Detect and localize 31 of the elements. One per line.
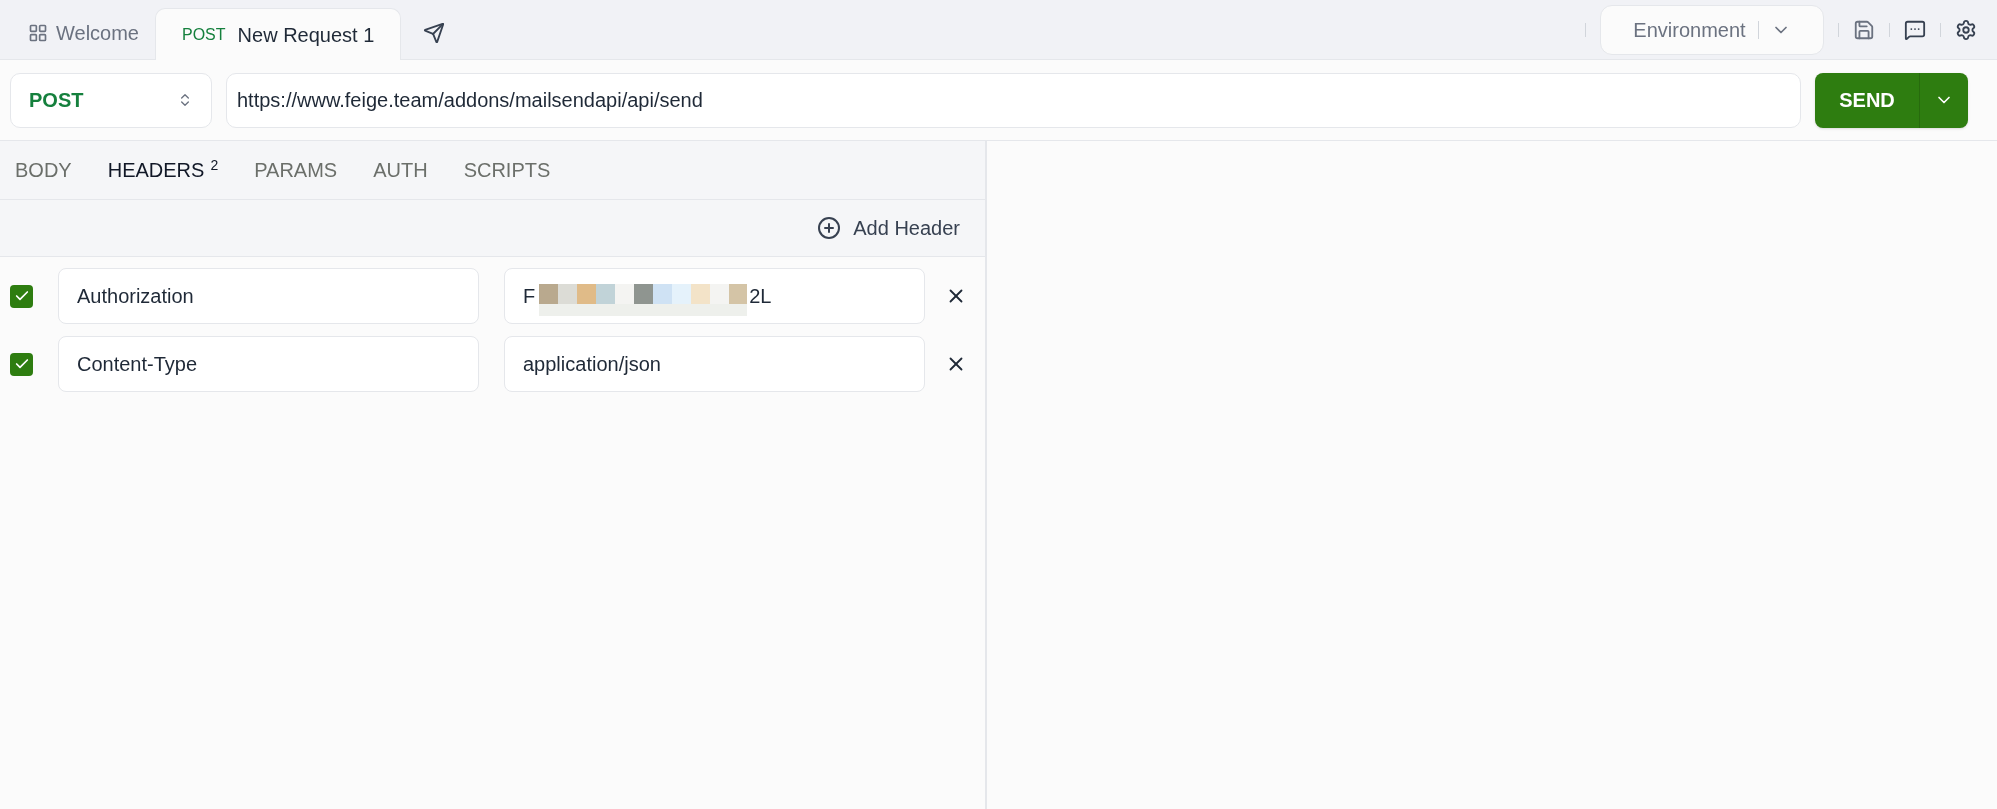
grid-icon — [28, 23, 48, 43]
add-header-button[interactable]: Add Header — [817, 213, 960, 243]
plus-circle-icon — [817, 216, 842, 240]
method-label: POST — [182, 24, 226, 45]
header-key-field[interactable]: Authorization — [58, 268, 479, 324]
settings-icon[interactable] — [1955, 18, 1977, 41]
url-field[interactable]: https://www.feige.team/addons/mailsendapi/api/send — [226, 72, 1801, 128]
section-tab[interactable]: HEADERS $^{2}$ — [107, 155, 219, 185]
environment-select[interactable]: Environment — [1600, 4, 1824, 55]
value-text: 2L — [749, 284, 772, 309]
editor-tab[interactable]: Welcome — [12, 7, 155, 59]
header-value-field[interactable]: F 2L — [504, 268, 925, 324]
save-icon[interactable] — [1853, 18, 1875, 41]
header-checkbox[interactable] — [10, 284, 33, 308]
tab-title: Welcome — [56, 21, 139, 46]
send-label[interactable]: SEND — [1815, 85, 1919, 115]
section-tab[interactable]: SCRIPTS — [463, 155, 551, 185]
header-checkbox[interactable] — [10, 352, 33, 376]
method-select[interactable]: POST — [10, 72, 212, 128]
chat-bubble-icon[interactable] — [1904, 18, 1926, 41]
value-text: F — [523, 284, 536, 309]
section-tab[interactable]: AUTH — [373, 155, 428, 185]
editor-tab[interactable]: POST New Request 1 — [155, 8, 402, 60]
pixelated-mosaic-icon — [539, 284, 748, 316]
value-text: application/json — [523, 352, 661, 377]
header-key-field[interactable]: Content-Type — [58, 336, 479, 392]
section-tab[interactable]: BODY — [15, 155, 72, 185]
header-value-field[interactable]: application/json — [504, 336, 925, 392]
tab-title: New Request 1 — [237, 22, 375, 48]
send-button[interactable]: SEND — [1815, 72, 1968, 128]
section-tab[interactable]: PARAMS — [254, 155, 338, 185]
